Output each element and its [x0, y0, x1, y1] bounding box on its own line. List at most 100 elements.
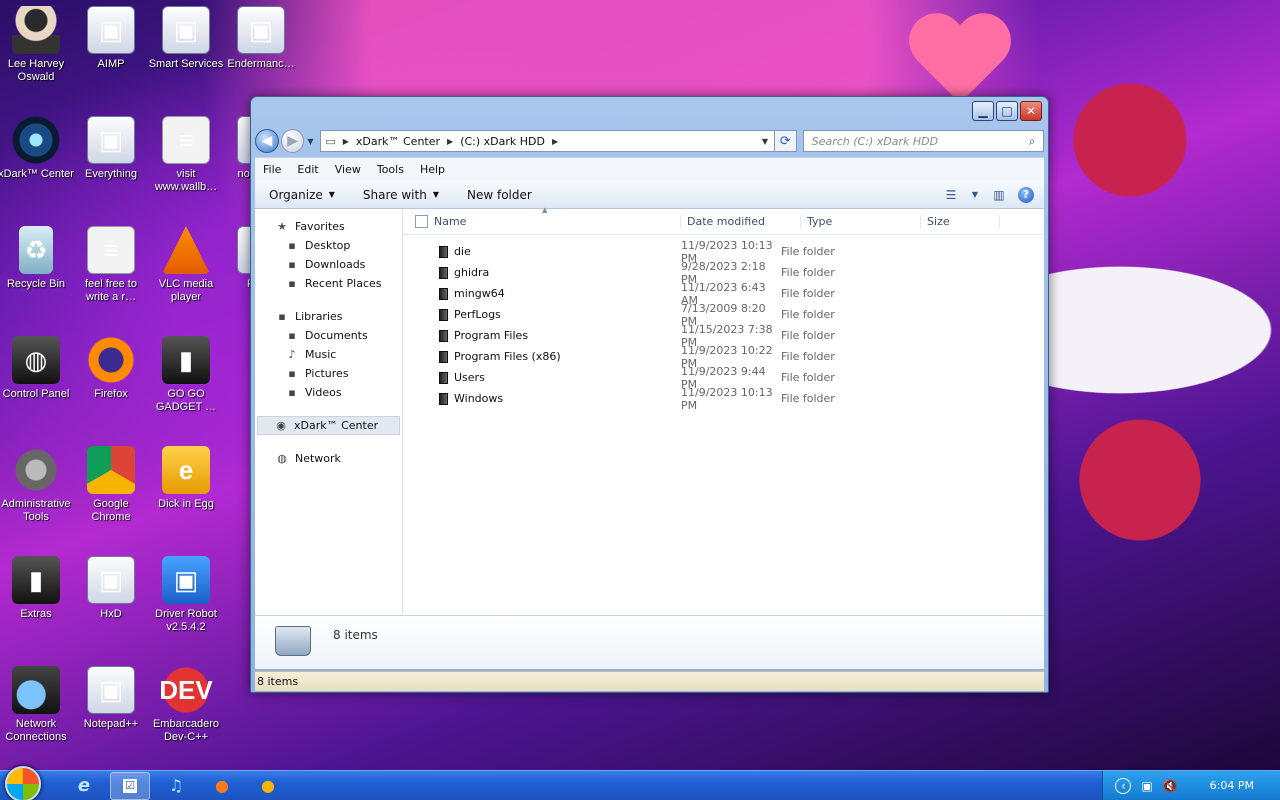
- desktop-icon-extras[interactable]: ▮ Extras: [0, 556, 74, 621]
- taskbar-firefox[interactable]: ●: [202, 772, 242, 800]
- desktop-icon-lee-harvey-oswald[interactable]: Lee Harvey Oswald: [0, 6, 74, 84]
- help-icon[interactable]: ?: [1018, 186, 1034, 203]
- file-type: File folder: [781, 266, 835, 279]
- desktop-icon-everything[interactable]: ▣ Everything: [73, 116, 149, 181]
- organize-button[interactable]: Organize ▼: [255, 188, 349, 202]
- taskbar-music-player[interactable]: ♫: [156, 772, 196, 800]
- file-name: Program Files (x86): [454, 350, 561, 363]
- folder-icon: [439, 371, 448, 384]
- minimize-button[interactable]: ▁: [972, 101, 994, 121]
- desktop-icon-driver-robot[interactable]: ▣ Driver Robot v2.5.4.2: [148, 556, 224, 634]
- nav-desktop[interactable]: ▪ Desktop: [255, 236, 402, 255]
- view-dropdown[interactable]: ▼: [970, 186, 980, 204]
- menu-view[interactable]: View: [327, 163, 369, 176]
- desktop-icon-xdark-center[interactable]: xDark™ Center: [0, 116, 74, 181]
- desktop-icon-vlc[interactable]: VLC media player: [148, 226, 224, 304]
- select-all-checkbox[interactable]: [415, 215, 428, 228]
- column-date-modified[interactable]: Date modified: [680, 215, 800, 228]
- column-name[interactable]: ▲ Name: [434, 206, 680, 228]
- desktop-icon-dick-in-egg[interactable]: e Dick in Egg: [148, 446, 224, 511]
- file-type: File folder: [781, 308, 835, 321]
- hex-editor-icon: ▣: [87, 556, 135, 604]
- nav-downloads[interactable]: ▪ Downloads: [255, 255, 402, 274]
- nav-pictures[interactable]: ▪ Pictures: [255, 364, 402, 383]
- new-folder-button[interactable]: New folder: [453, 188, 546, 202]
- desktop-icon-network-connections[interactable]: Network Connections: [0, 666, 74, 744]
- chevron-right-icon[interactable]: ▶: [447, 137, 453, 146]
- desktop-icon-control-panel[interactable]: ◍ Control Panel: [0, 336, 74, 401]
- nav-favorites[interactable]: ★ Favorites: [255, 217, 402, 236]
- nav-xdark-center[interactable]: ◉ xDark™ Center: [257, 416, 400, 435]
- tools-gear-icon: [12, 446, 60, 494]
- nav-documents[interactable]: ▪ Documents: [255, 326, 402, 345]
- nav-recent-places[interactable]: ▪ Recent Places: [255, 274, 402, 293]
- desktop-icon-notepad-plus-plus[interactable]: ▣ Notepad++: [73, 666, 149, 731]
- desktop-icon-hxd[interactable]: ▣ HxD: [73, 556, 149, 621]
- refresh-button[interactable]: ⟳: [774, 130, 797, 152]
- folder-icon: [439, 245, 448, 258]
- file-name: Windows: [454, 392, 504, 405]
- notepad-icon: ▣: [87, 666, 135, 714]
- chevron-right-icon[interactable]: ▶: [343, 137, 349, 146]
- taskbar-chrome[interactable]: ●: [248, 772, 288, 800]
- explorer-window[interactable]: ▁ □ ✕ ◀ ▶ ▼ ▭ ▶ xDark™ Center ▶ (C:) xDa…: [250, 96, 1049, 693]
- navigation-pane: ★ Favorites ▪ Desktop ▪ Downloads ▪ Rece…: [255, 209, 403, 615]
- chevron-right-icon[interactable]: ▶: [552, 137, 558, 146]
- back-button[interactable]: ◀: [255, 129, 279, 153]
- forward-button[interactable]: ▶: [280, 129, 305, 153]
- desktop-icon-smart-services[interactable]: ▣ Smart Services: [148, 6, 224, 71]
- close-button[interactable]: ✕: [1020, 101, 1042, 121]
- desktop-icon-visit-wallb[interactable]: ≡ visit www.wallb…: [148, 116, 224, 194]
- nav-libraries[interactable]: ▪ Libraries: [255, 307, 402, 326]
- menu-tools[interactable]: Tools: [369, 163, 412, 176]
- desktop-icon-label: Notepad++: [83, 718, 139, 730]
- search-icon[interactable]: ⌕: [1021, 134, 1043, 149]
- clock[interactable]: 6:04 PM: [1210, 779, 1254, 792]
- breadcrumb-xdark-center[interactable]: xDark™ Center: [356, 135, 440, 148]
- desktop-icon-go-go-gadget[interactable]: ▮ GO GO GADGET …: [148, 336, 224, 414]
- change-view-icon[interactable]: ☰: [940, 186, 962, 204]
- menu-edit[interactable]: Edit: [289, 163, 326, 176]
- desktop-icon-endermanch[interactable]: ▣ Endermanc…: [223, 6, 299, 71]
- desktop-icon-recycle-bin[interactable]: ♻ Recycle Bin: [0, 226, 74, 291]
- person-icon: [12, 6, 60, 54]
- taskbar-explorer-window[interactable]: ☑: [110, 771, 150, 800]
- preview-pane-icon[interactable]: ▥: [988, 186, 1010, 204]
- nav-label: Libraries: [295, 310, 343, 323]
- desktop-icon-google-chrome[interactable]: Google Chrome: [73, 446, 149, 524]
- desktop-icon-aimp[interactable]: ▣ AIMP: [73, 6, 149, 71]
- libraries-icon: ▪: [278, 310, 286, 323]
- menu-file[interactable]: File: [255, 163, 289, 176]
- show-hidden-icons-chevron[interactable]: ‹: [1115, 777, 1132, 794]
- desktop-icon-administrative-tools[interactable]: Administrative Tools: [0, 446, 74, 524]
- file-type: File folder: [781, 371, 835, 384]
- nav-network[interactable]: ◍ Network: [255, 449, 402, 468]
- column-size[interactable]: Size: [920, 215, 1000, 228]
- start-button[interactable]: [0, 765, 46, 800]
- recent-pages-dropdown[interactable]: ▼: [304, 137, 316, 146]
- breadcrumb-c-drive[interactable]: (C:) xDark HDD: [460, 135, 545, 148]
- desktop-icon-embarcadero-dev-cpp[interactable]: DEV Embarcadero Dev-C++: [148, 666, 224, 744]
- search-input[interactable]: Search (C:) xDark HDD ⌕: [802, 130, 1044, 152]
- nav-music[interactable]: ♪ Music: [255, 345, 402, 364]
- menu-help[interactable]: Help: [412, 163, 453, 176]
- column-type[interactable]: Type: [800, 215, 920, 228]
- taskbar-internet-explorer[interactable]: e: [64, 772, 104, 800]
- maximize-button[interactable]: □: [996, 101, 1018, 121]
- details-pane: 8 items: [255, 615, 1044, 669]
- desktop-icon-feel-free[interactable]: ≡ feel free to write a r…: [73, 226, 149, 304]
- volume-muted-icon[interactable]: 🔇: [1163, 779, 1178, 793]
- file-name: mingw64: [454, 287, 505, 300]
- address-bar[interactable]: ▭ ▶ xDark™ Center ▶ (C:) xDark HDD ▶ ▼: [320, 130, 775, 152]
- file-row-windows[interactable]: Windows 11/9/2023 10:13 PM File folder: [403, 386, 1044, 412]
- network-tray-icon[interactable]: ▣: [1141, 779, 1152, 793]
- desktop-icon-firefox[interactable]: Firefox: [73, 336, 149, 401]
- nav-label: Pictures: [305, 367, 349, 380]
- control-panel-icon: ◍: [12, 336, 60, 384]
- address-dropdown[interactable]: ▼: [756, 137, 774, 146]
- desktop-icon-label: Lee Harvey Oswald: [7, 58, 65, 83]
- document-icon: ≡: [162, 116, 210, 164]
- nav-label: Documents: [305, 329, 368, 342]
- share-with-button[interactable]: Share with ▼: [349, 188, 453, 202]
- nav-videos[interactable]: ▪ Videos: [255, 383, 402, 402]
